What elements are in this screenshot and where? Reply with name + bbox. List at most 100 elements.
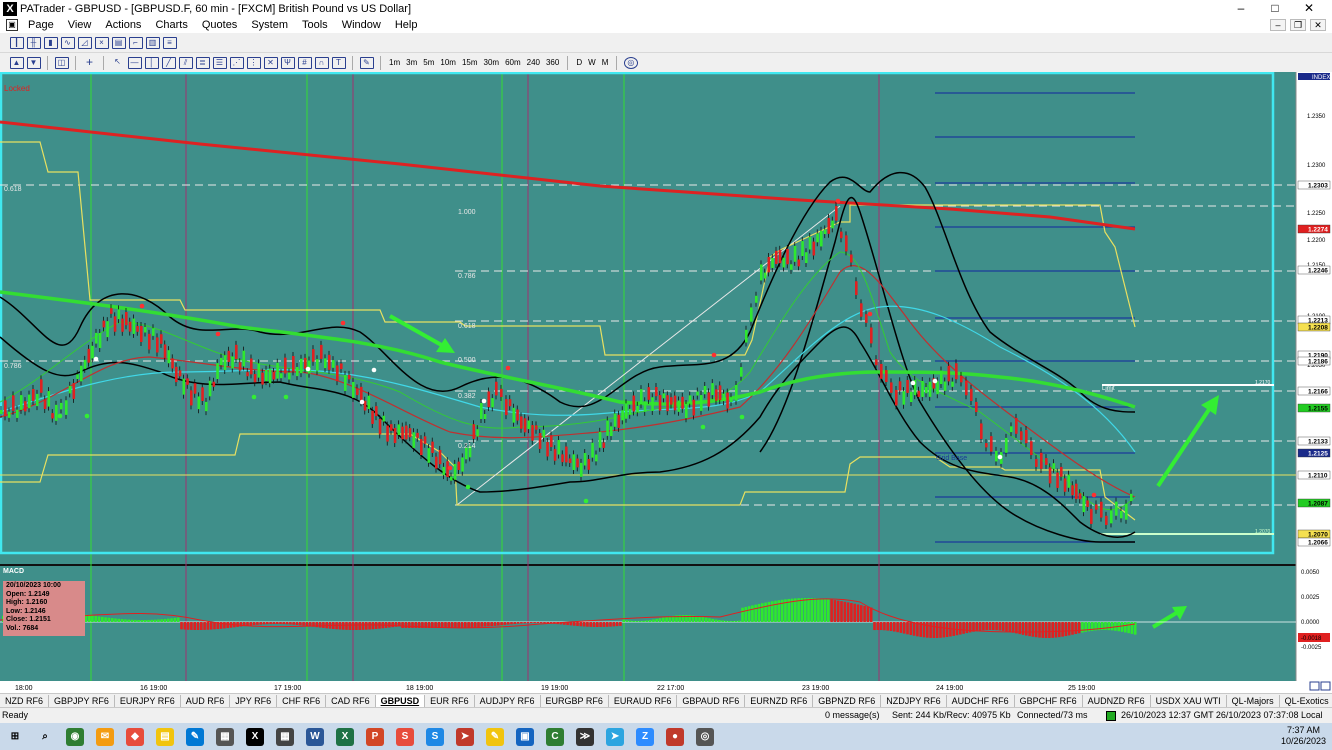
bar-chart-icon[interactable]: ┃ (9, 36, 24, 49)
fib-time-icon[interactable]: ⋮ (246, 56, 261, 69)
menu-quotes[interactable]: Quotes (195, 19, 244, 31)
symbol-tab[interactable]: GBPNZD RF6 (813, 694, 882, 707)
menu-window[interactable]: Window (335, 19, 388, 31)
cycle-icon[interactable]: ∩ (314, 56, 329, 69)
symbol-tab[interactable]: GBPUSD (375, 694, 426, 707)
symbol-tab[interactable]: CHF RF6 (277, 694, 327, 707)
heikin-icon[interactable]: ▥ (145, 36, 160, 49)
close-button[interactable]: ✕ (1292, 0, 1326, 17)
candle-icon[interactable]: ▮ (43, 36, 58, 49)
tf-60m[interactable]: 60m (505, 58, 521, 67)
symbol-tab[interactable]: EURNZD RF6 (745, 694, 814, 707)
tf-240[interactable]: 240 (527, 58, 540, 67)
taskbar-clock[interactable]: 7:37 AM 10/26/2023 (1281, 725, 1326, 747)
notes-icon[interactable]: ✎ (486, 727, 504, 746)
tf-3m[interactable]: 3m (406, 58, 417, 67)
grid-icon[interactable]: # (297, 56, 312, 69)
line-chart-icon[interactable]: ∿ (60, 36, 75, 49)
symbol-tab[interactable]: JPY RF6 (230, 694, 278, 707)
tf-daily[interactable]: D (576, 58, 582, 67)
app-icon[interactable]: ✎ (186, 727, 204, 746)
windows-logo-icon[interactable]: ⊞ (6, 728, 24, 746)
tf-monthly[interactable]: M (602, 58, 609, 67)
powerpoint-icon[interactable]: P (366, 727, 384, 746)
symbol-tab[interactable]: AUD RF6 (181, 694, 231, 707)
x-icon[interactable]: X (246, 727, 264, 746)
menu-tools[interactable]: Tools (295, 19, 335, 31)
terminal-icon[interactable]: ≫ (576, 727, 594, 746)
symbol-tab[interactable]: GBPAUD RF6 (677, 694, 746, 707)
folder-icon[interactable]: ▤ (156, 727, 174, 746)
menu-actions[interactable]: Actions (98, 19, 148, 31)
range-bar-icon[interactable]: ≡ (162, 36, 177, 49)
minimize-button[interactable]: – (1224, 0, 1258, 17)
menu-page[interactable]: Page (21, 19, 61, 31)
fib-retracement-icon[interactable]: ≣ (195, 56, 210, 69)
mdi-minimize-button[interactable]: – (1270, 19, 1286, 31)
vertical-line-icon[interactable]: │ (144, 56, 159, 69)
symbol-tab[interactable]: USDX XAU WTI (1151, 694, 1227, 707)
s-icon[interactable]: S (396, 727, 414, 746)
zoom-icon[interactable]: Z (636, 727, 654, 746)
symbol-tab[interactable]: NZD RF6 (0, 694, 49, 707)
excel-icon[interactable]: X (336, 727, 354, 746)
symbol-tab[interactable]: EUR RF6 (425, 694, 475, 707)
symbol-tab[interactable]: QL-Exotics (1280, 695, 1332, 707)
symbol-tab[interactable]: EURGBP RF6 (541, 694, 609, 707)
kagi-icon[interactable]: ⌐ (128, 36, 143, 49)
c-icon[interactable]: C (546, 727, 564, 746)
symbol-tab[interactable]: GBPJPY RF6 (49, 694, 115, 707)
tf-1m[interactable]: 1m (389, 58, 400, 67)
area-chart-icon[interactable]: ◿ (77, 36, 92, 49)
symbol-tab[interactable]: CAD RF6 (326, 694, 376, 707)
channel-icon[interactable]: ⫽ (178, 56, 193, 69)
menu-charts[interactable]: Charts (148, 19, 194, 31)
calculator-icon[interactable]: ▦ (276, 727, 294, 746)
menu-help[interactable]: Help (388, 19, 425, 31)
pen-icon[interactable]: ✎ (359, 56, 374, 69)
patrader-icon[interactable]: ▦ (216, 727, 234, 746)
point-figure-icon[interactable]: × (94, 36, 109, 49)
maximize-button[interactable]: □ (1258, 0, 1292, 17)
sell-icon[interactable]: ▼ (26, 56, 41, 69)
symbol-tab[interactable]: EURAUD RF6 (609, 694, 678, 707)
word-icon[interactable]: W (306, 727, 324, 746)
crosshair-icon[interactable]: + (83, 56, 97, 69)
tf-5m[interactable]: 5m (423, 58, 434, 67)
trendline-icon[interactable]: ╱ (161, 56, 176, 69)
ohlc-icon[interactable]: ╫ (26, 36, 41, 49)
chart-window-icon[interactable]: ▣ (6, 19, 18, 31)
horizontal-line-icon[interactable]: ― (127, 56, 142, 69)
renko-icon[interactable]: ▤ (111, 36, 126, 49)
tf-360[interactable]: 360 (546, 58, 559, 67)
menu-view[interactable]: View (61, 19, 99, 31)
tf-10m[interactable]: 10m (440, 58, 456, 67)
symbol-tab[interactable]: AUDJPY RF6 (475, 694, 541, 707)
record-icon[interactable]: ● (666, 727, 684, 746)
sync-icon[interactable]: ◎ (623, 56, 638, 69)
symbol-tab[interactable]: AUDNZD RF6 (1083, 694, 1151, 707)
fib-extension-icon[interactable]: ☰ (212, 56, 227, 69)
pointer-icon[interactable]: ↖ (111, 57, 125, 69)
arrow-icon[interactable]: ➤ (456, 727, 474, 746)
mdi-restore-button[interactable]: ❐ (1290, 19, 1306, 31)
text-icon[interactable]: T (331, 56, 346, 69)
buy-icon[interactable]: ▲ (9, 56, 24, 69)
tf-15m[interactable]: 15m (462, 58, 478, 67)
telegram-icon[interactable]: ➤ (606, 727, 624, 746)
symbol-tab[interactable]: QL-Majors (1227, 694, 1280, 707)
symbol-tab[interactable]: EURJPY RF6 (115, 694, 181, 707)
price-chart-area[interactable]: Locked 0.618 0.786 1.000 0.786 0.618 0.5… (0, 71, 1332, 693)
mdi-close-button[interactable]: ✕ (1310, 19, 1326, 31)
chart-canvas[interactable]: Locked 0.618 0.786 1.000 0.786 0.618 0.5… (0, 71, 1332, 693)
symbol-tab[interactable]: NZDJPY RF6 (881, 694, 947, 707)
s-icon-2[interactable]: S (426, 727, 444, 746)
symbol-tab[interactable]: GBPCHF RF6 (1015, 694, 1083, 707)
tf-weekly[interactable]: W (588, 58, 596, 67)
mail-icon[interactable]: ✉ (96, 727, 114, 746)
app-icon-2[interactable]: ▣ (516, 727, 534, 746)
search-icon[interactable]: ⌕ (36, 728, 54, 746)
indicator-icon[interactable]: ◫ (54, 56, 69, 69)
tf-30m[interactable]: 30m (484, 58, 500, 67)
brave-icon[interactable]: ◆ (126, 727, 144, 746)
